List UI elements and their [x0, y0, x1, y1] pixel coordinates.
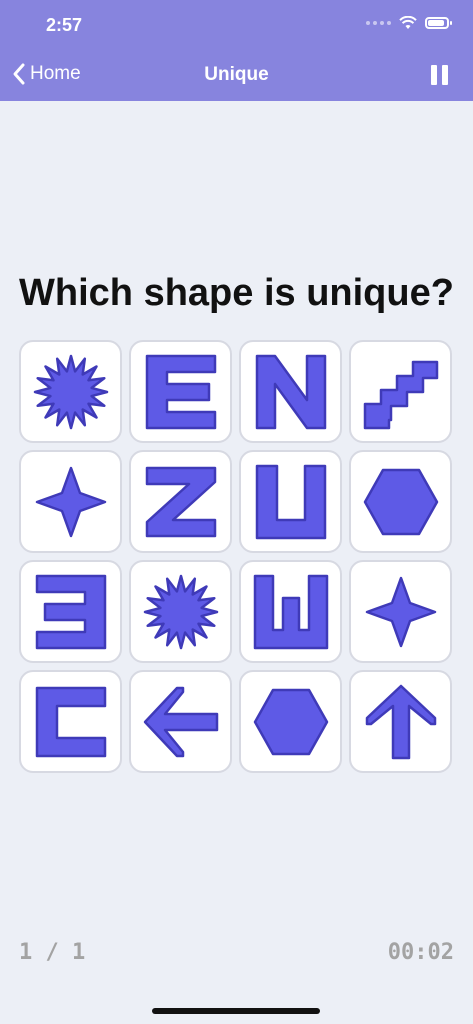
- pause-icon: [431, 65, 437, 85]
- signal-icon: [366, 21, 391, 25]
- progress-indicator: 1 / 1: [19, 940, 86, 965]
- shape-grid: [19, 340, 454, 773]
- shape-tile-letter-c[interactable]: [19, 670, 122, 773]
- shape-tile-hexagon[interactable]: [239, 670, 342, 773]
- shape-tile-letter-w[interactable]: [239, 560, 342, 663]
- shape-tile-arrow-up[interactable]: [349, 670, 452, 773]
- four-point-star-icon: [35, 466, 106, 537]
- shape-tile-letter-z[interactable]: [129, 450, 232, 553]
- hexagon-icon: [253, 688, 328, 755]
- shape-tile-arrow-left[interactable]: [129, 670, 232, 773]
- header: 2:57 Home Unique: [0, 0, 473, 101]
- letter-u-icon: [255, 464, 326, 539]
- hexagon-icon: [363, 468, 438, 535]
- shape-tile-reversed-e[interactable]: [19, 560, 122, 663]
- battery-icon: [425, 17, 452, 29]
- shape-tile-four-point-star[interactable]: [349, 560, 452, 663]
- stairs-icon: [363, 360, 438, 429]
- letter-n-icon: [255, 354, 326, 429]
- letter-e-icon: [145, 354, 216, 429]
- reversed-e-icon: [35, 574, 106, 649]
- letter-c-icon: [35, 686, 106, 757]
- home-indicator[interactable]: [152, 1008, 320, 1014]
- shape-tile-four-point-star[interactable]: [19, 450, 122, 553]
- arrow-up-icon: [365, 684, 436, 759]
- shape-tile-starburst[interactable]: [19, 340, 122, 443]
- four-point-star-icon: [365, 576, 436, 647]
- shape-tile-letter-e[interactable]: [129, 340, 232, 443]
- letter-z-icon: [145, 466, 216, 537]
- wifi-icon: [399, 16, 417, 29]
- question-title: Which shape is unique?: [19, 272, 454, 314]
- pause-button[interactable]: [431, 65, 449, 85]
- status-time: 2:57: [46, 15, 83, 35]
- letter-w-icon: [253, 574, 328, 649]
- timer: 00:02: [387, 940, 454, 965]
- status-icons: [366, 16, 452, 30]
- nav-title: Unique: [204, 64, 269, 85]
- starburst-icon: [143, 574, 218, 649]
- shape-tile-starburst[interactable]: [129, 560, 232, 663]
- shape-tile-letter-n[interactable]: [239, 340, 342, 443]
- shape-tile-hexagon[interactable]: [349, 450, 452, 553]
- shape-tile-stairs[interactable]: [349, 340, 452, 443]
- starburst-icon: [33, 354, 108, 429]
- shape-tile-letter-u[interactable]: [239, 450, 342, 553]
- arrow-left-icon: [143, 686, 218, 757]
